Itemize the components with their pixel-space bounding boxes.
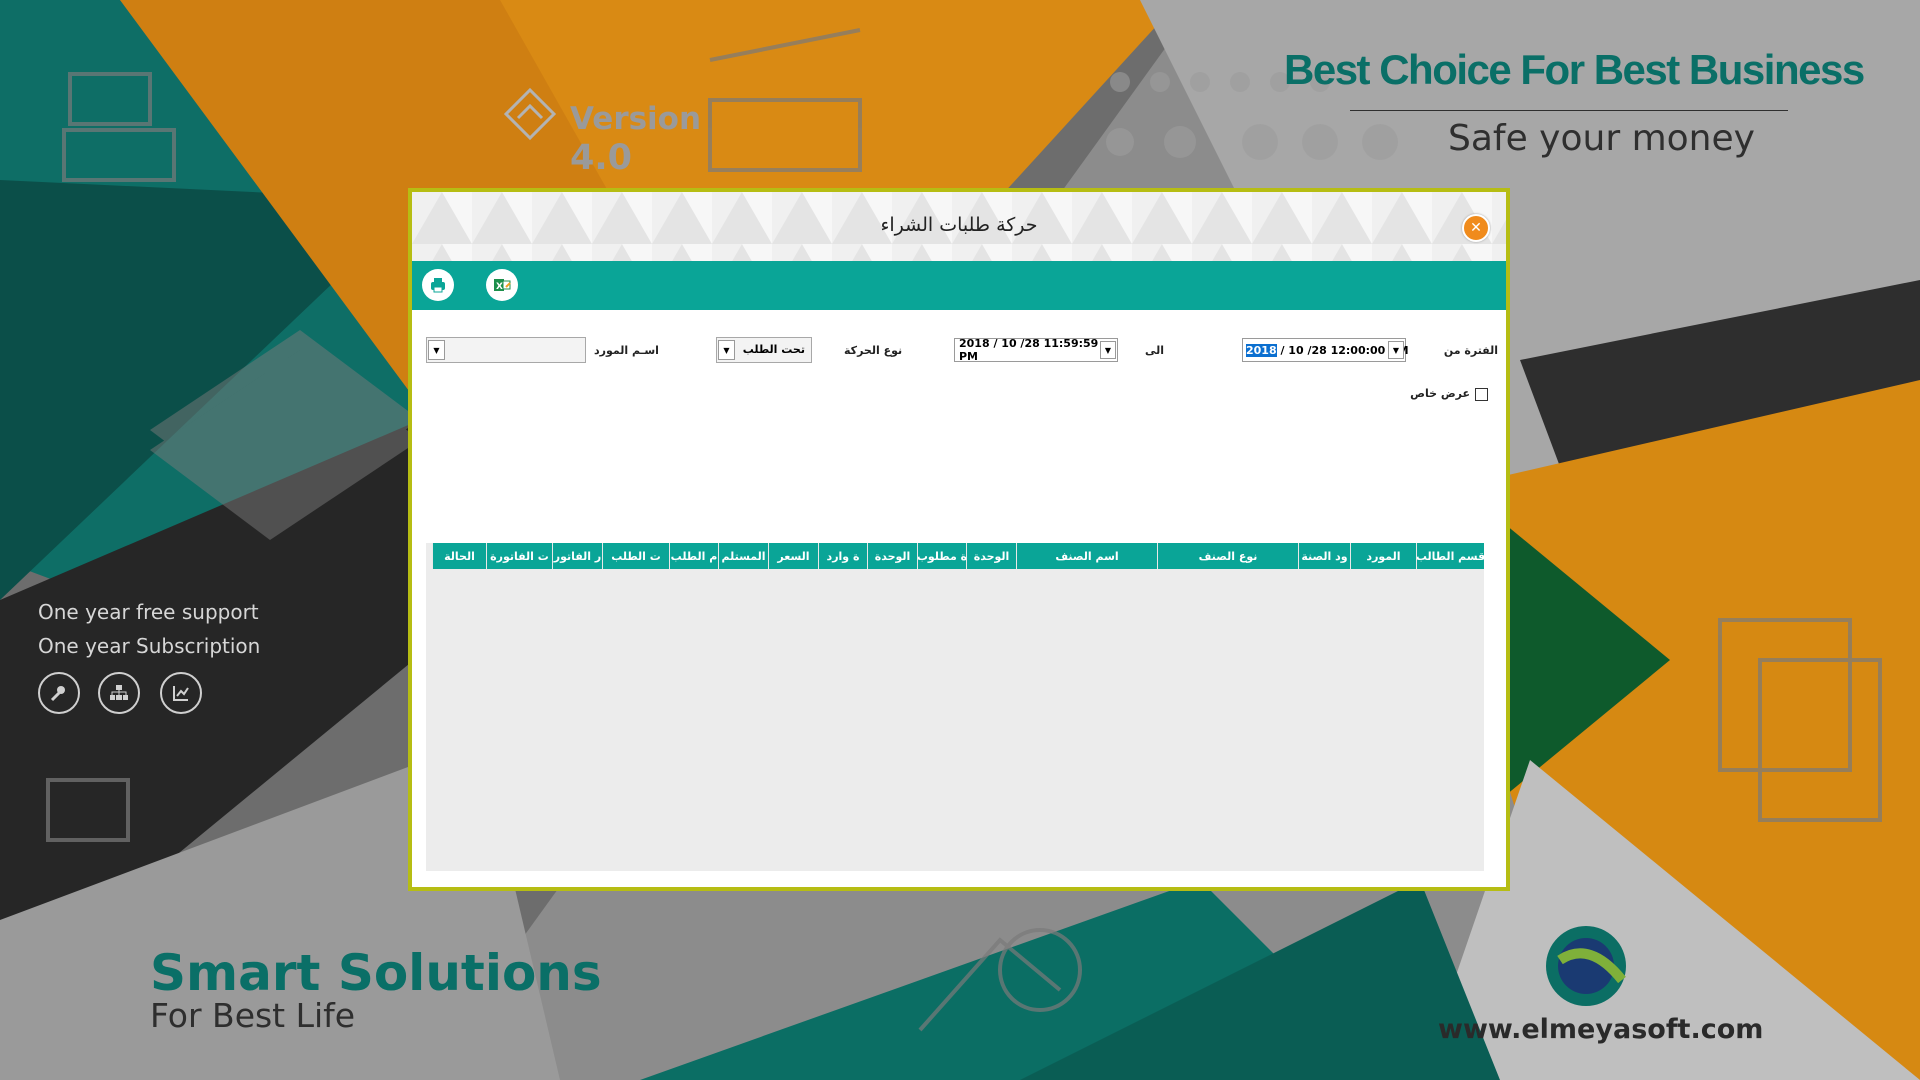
grid-header: قسم الطالب المورد ود الصنة نوع الصنف اسم… xyxy=(432,543,1484,569)
subtagline: Safe your money xyxy=(1448,118,1755,159)
chevron-down-icon[interactable]: ▼ xyxy=(428,340,445,360)
to-date-value: 2018 / 10 /28 11:59:59 PM xyxy=(959,337,1099,363)
excel-icon: X xyxy=(494,279,511,292)
chevron-down-icon[interactable]: ▼ xyxy=(1388,341,1404,359)
to-label: الى xyxy=(1145,344,1165,357)
column-header[interactable]: المورد xyxy=(1350,543,1416,569)
column-header[interactable]: الحالة xyxy=(432,543,486,569)
website-link[interactable]: www.elmeyasoft.com xyxy=(1438,1014,1763,1045)
version-number: 4.0 xyxy=(570,138,633,178)
movement-type-select[interactable]: ▼ تحت الطلب xyxy=(716,337,812,363)
column-header[interactable]: الوحدة xyxy=(867,543,917,569)
purchase-requests-window: حركة طلبات الشراء ✕ X الفترة من 2018 / 1… xyxy=(408,188,1510,891)
results-grid: قسم الطالب المورد ود الصنة نوع الصنف اسم… xyxy=(426,543,1484,871)
column-header[interactable]: ود الصنة xyxy=(1298,543,1350,569)
svg-text:X: X xyxy=(496,282,503,292)
column-header[interactable]: ر الفاتور xyxy=(552,543,602,569)
bottom-title: Smart Solutions xyxy=(150,944,602,1002)
from-date-year: 2018 xyxy=(1246,343,1277,357)
tagline-divider xyxy=(1350,110,1788,111)
special-view-checkbox[interactable] xyxy=(1475,388,1488,401)
bottom-subtitle: For Best Life xyxy=(150,996,356,1035)
column-header[interactable]: م الطلب xyxy=(669,543,718,569)
close-icon[interactable]: ✕ xyxy=(1462,214,1490,242)
print-button[interactable] xyxy=(422,269,454,301)
supplier-select[interactable]: ▼ xyxy=(426,337,586,363)
support-icon xyxy=(38,672,80,714)
tagline: Best Choice For Best Business xyxy=(1284,46,1865,93)
column-header[interactable]: الوحدة xyxy=(966,543,1016,569)
support-line-2: One year Subscription xyxy=(38,634,261,658)
column-header[interactable]: ة مطلوب xyxy=(917,543,966,569)
column-header[interactable]: نوع الصنف xyxy=(1157,543,1298,569)
printer-icon xyxy=(431,278,445,293)
network-icon xyxy=(98,672,140,714)
support-line-1: One year free support xyxy=(38,600,259,624)
window-header: حركة طلبات الشراء ✕ xyxy=(412,192,1506,261)
window-title: حركة طلبات الشراء xyxy=(880,214,1038,236)
column-header[interactable]: المستلم xyxy=(718,543,768,569)
column-header[interactable]: ت الطلب xyxy=(602,543,669,569)
special-view-label: عرض خاص xyxy=(1410,387,1470,400)
column-header[interactable]: السعر xyxy=(768,543,818,569)
movement-type-label: نوع الحركة xyxy=(844,344,903,357)
to-date-picker[interactable]: 2018 / 10 /28 11:59:59 PM ▼ xyxy=(954,337,1118,363)
column-header[interactable]: قسم الطالب xyxy=(1416,543,1484,569)
version-label: Version xyxy=(570,101,702,137)
from-date-picker[interactable]: 2018 / 10 /28 12:00:00 AM ▼ xyxy=(1242,338,1409,362)
supplier-label: اسـم المورد xyxy=(594,344,659,357)
column-header[interactable]: ة وارد xyxy=(818,543,867,569)
chevron-down-icon[interactable]: ▼ xyxy=(718,340,735,360)
chevron-down-icon[interactable]: ▼ xyxy=(1100,341,1116,359)
export-excel-button[interactable]: X xyxy=(486,269,518,301)
movement-type-value: تحت الطلب xyxy=(742,343,805,356)
toolbar: X xyxy=(412,261,1506,310)
period-from-label: الفترة من xyxy=(1443,344,1498,357)
column-header[interactable]: ت الفاتورة xyxy=(486,543,552,569)
column-header[interactable]: اسم الصنف xyxy=(1016,543,1157,569)
chart-icon xyxy=(160,672,202,714)
